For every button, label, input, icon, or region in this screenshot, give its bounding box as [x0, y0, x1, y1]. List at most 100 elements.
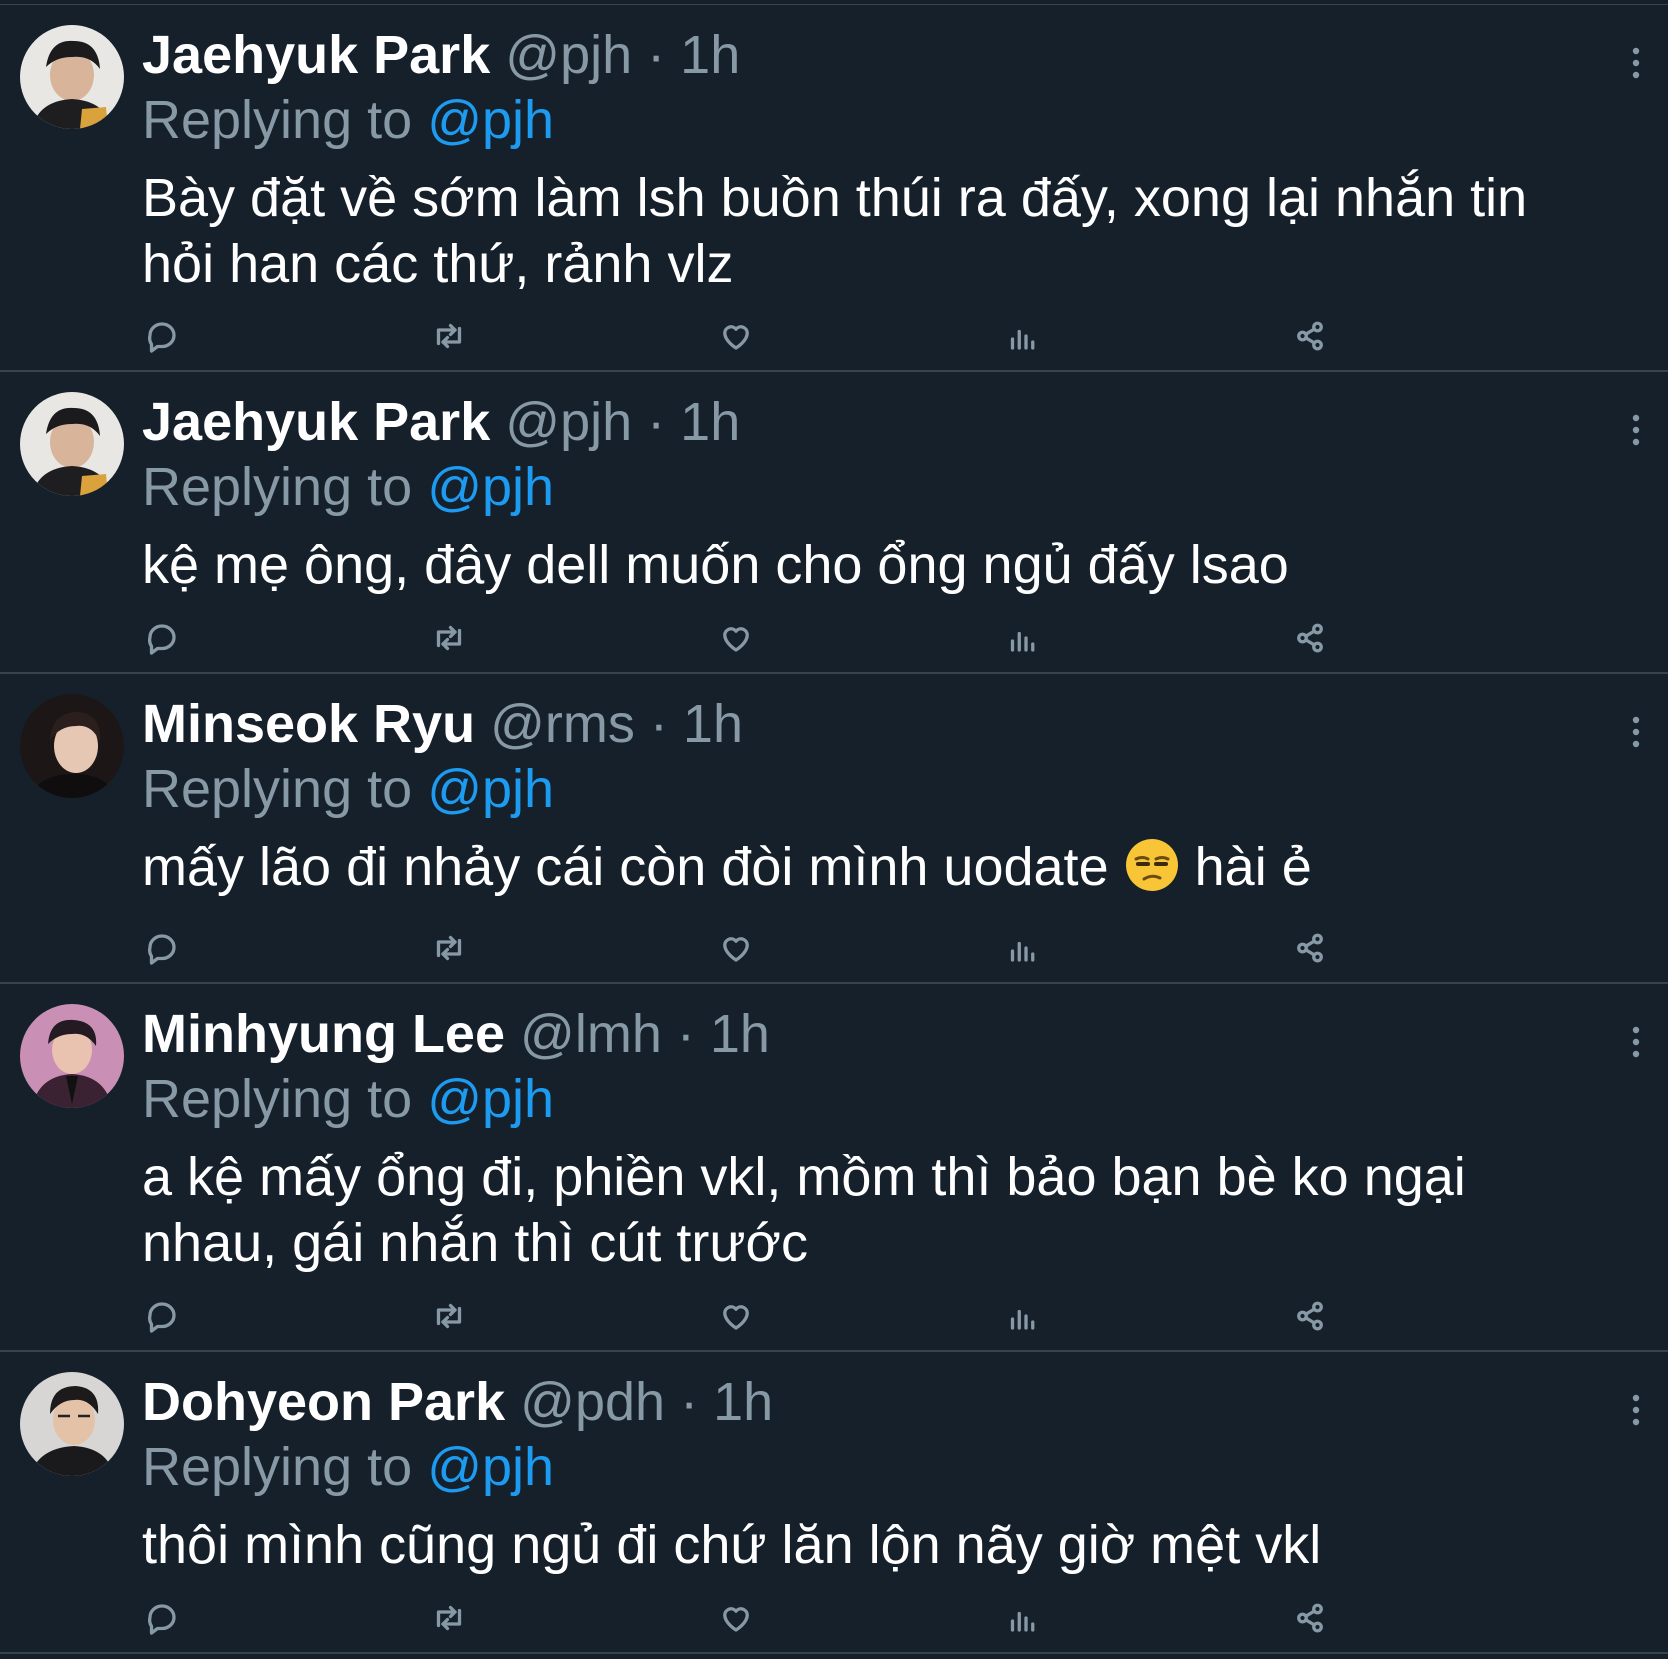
- analytics-icon: [1010, 329, 1035, 350]
- retweet-button[interactable]: [427, 616, 471, 660]
- like-button[interactable]: [714, 926, 758, 970]
- reply-button[interactable]: [140, 616, 184, 660]
- analytics-icon: [1010, 631, 1035, 652]
- share-button[interactable]: [1288, 616, 1332, 660]
- retweet-button[interactable]: [427, 1596, 471, 1640]
- separator-dot: ·: [647, 25, 666, 85]
- share-button[interactable]: [1288, 314, 1332, 358]
- avatar[interactable]: [20, 1372, 124, 1476]
- share-button[interactable]: [1288, 1596, 1332, 1640]
- reply-icon: [147, 322, 176, 353]
- views-button[interactable]: [1001, 1294, 1045, 1338]
- display-name[interactable]: Minseok Ryu: [142, 694, 475, 754]
- heart-icon: [723, 1305, 749, 1330]
- retweet-button[interactable]: [427, 926, 471, 970]
- more-options-button[interactable]: [1630, 1024, 1642, 1060]
- tweet-actions: [140, 1596, 1400, 1640]
- replying-to-handle[interactable]: @pjh: [427, 90, 554, 150]
- analytics-icon: [1010, 1611, 1035, 1632]
- user-handle[interactable]: @rms: [490, 694, 635, 754]
- tweet-header: Jaehyuk Park @pjh · 1h: [142, 390, 1598, 454]
- tweet-text: thôi mình cũng ngủ đi chứ lăn lộn nãy gi…: [142, 1515, 1322, 1575]
- share-icon: [1297, 321, 1323, 351]
- reply-button[interactable]: [140, 1596, 184, 1640]
- more-options-button[interactable]: [1630, 1392, 1642, 1428]
- tweet-text: a kệ mấy ổng đi, phiền vkl, mồm thì bảo …: [142, 1147, 1466, 1273]
- views-button[interactable]: [1001, 1596, 1045, 1640]
- replying-to-handle[interactable]: @pjh: [427, 1437, 554, 1497]
- reply-icon: [147, 1302, 176, 1333]
- views-button[interactable]: [1001, 616, 1045, 660]
- retweet-button[interactable]: [427, 1294, 471, 1338]
- user-handle[interactable]: @pjh: [505, 25, 632, 85]
- retweet-icon: [436, 1605, 462, 1631]
- retweet-icon: [436, 323, 462, 349]
- reply-button[interactable]: [140, 926, 184, 970]
- reply-button[interactable]: [140, 314, 184, 358]
- unamused-face-emoji: [1125, 839, 1178, 891]
- share-icon: [1297, 623, 1323, 653]
- timestamp[interactable]: 1h: [713, 1372, 773, 1432]
- avatar[interactable]: [20, 392, 124, 496]
- replying-to: Replying to @pjh: [142, 454, 1598, 520]
- user-handle[interactable]: @lmh: [520, 1004, 662, 1064]
- tweet-actions: [140, 926, 1400, 970]
- retweet-button[interactable]: [427, 314, 471, 358]
- more-vertical-icon: [1632, 1394, 1640, 1426]
- tweet-actions: [140, 314, 1400, 358]
- like-button[interactable]: [714, 616, 758, 660]
- timestamp[interactable]: 1h: [680, 25, 740, 85]
- heart-icon: [723, 627, 749, 652]
- tweet-item[interactable]: Minhyung Lee @lmh · 1h Replying to @pjh …: [0, 984, 1668, 1352]
- display-name[interactable]: Jaehyuk Park: [142, 25, 490, 85]
- more-options-button[interactable]: [1630, 45, 1642, 81]
- heart-icon: [723, 1607, 749, 1632]
- tweet-item[interactable]: Jaehyuk Park @pjh · 1h Replying to @pjh …: [0, 5, 1668, 372]
- avatar[interactable]: [20, 25, 124, 129]
- like-button[interactable]: [714, 314, 758, 358]
- user-handle[interactable]: @pjh: [505, 392, 632, 452]
- tweet-actions: [140, 616, 1400, 660]
- replying-to: Replying to @pjh: [142, 1066, 1598, 1132]
- replying-to: Replying to @pjh: [142, 756, 1598, 822]
- tweet-item[interactable]: Dohyeon Park @pdh · 1h Replying to @pjh …: [0, 1352, 1668, 1654]
- views-button[interactable]: [1001, 926, 1045, 970]
- share-button[interactable]: [1288, 926, 1332, 970]
- timestamp[interactable]: 1h: [683, 694, 743, 754]
- tweet-text: kệ mẹ ông, đây dell muốn cho ổng ngủ đấy…: [142, 535, 1289, 595]
- more-vertical-icon: [1632, 1026, 1640, 1058]
- replying-prefix: Replying to: [142, 1437, 413, 1497]
- heart-icon: [723, 325, 749, 350]
- display-name[interactable]: Jaehyuk Park: [142, 392, 490, 452]
- reply-button[interactable]: [140, 1294, 184, 1338]
- display-name[interactable]: Dohyeon Park: [142, 1372, 505, 1432]
- tweet-item[interactable]: Minseok Ryu @rms · 1h Replying to @pjh m…: [0, 674, 1668, 984]
- like-button[interactable]: [714, 1294, 758, 1338]
- replying-to: Replying to @pjh: [142, 1434, 1598, 1500]
- tweet-actions: [140, 1294, 1400, 1338]
- like-button[interactable]: [714, 1596, 758, 1640]
- replying-prefix: Replying to: [142, 90, 413, 150]
- user-handle[interactable]: @pdh: [520, 1372, 665, 1432]
- display-name[interactable]: Minhyung Lee: [142, 1004, 505, 1064]
- share-icon: [1297, 1603, 1323, 1633]
- more-options-button[interactable]: [1630, 714, 1642, 750]
- timestamp[interactable]: 1h: [680, 392, 740, 452]
- share-button[interactable]: [1288, 1294, 1332, 1338]
- replying-to-handle[interactable]: @pjh: [427, 1069, 554, 1129]
- tweet-item[interactable]: Jaehyuk Park @pjh · 1h Replying to @pjh …: [0, 372, 1668, 674]
- more-options-button[interactable]: [1630, 412, 1642, 448]
- views-button[interactable]: [1001, 314, 1045, 358]
- separator-dot: ·: [676, 1004, 695, 1064]
- replying-to-handle[interactable]: @pjh: [427, 759, 554, 819]
- share-icon: [1297, 1301, 1323, 1331]
- tweet-text-part: mấy lão đi nhảy cái còn đòi mình uodate: [142, 837, 1109, 897]
- tweet-text-part: hài ẻ: [1179, 837, 1312, 897]
- timestamp[interactable]: 1h: [710, 1004, 770, 1064]
- avatar[interactable]: [20, 1004, 124, 1108]
- separator-dot: ·: [680, 1372, 699, 1432]
- reply-icon: [147, 624, 176, 655]
- avatar[interactable]: [20, 694, 124, 798]
- retweet-icon: [436, 1303, 462, 1329]
- replying-to-handle[interactable]: @pjh: [427, 457, 554, 517]
